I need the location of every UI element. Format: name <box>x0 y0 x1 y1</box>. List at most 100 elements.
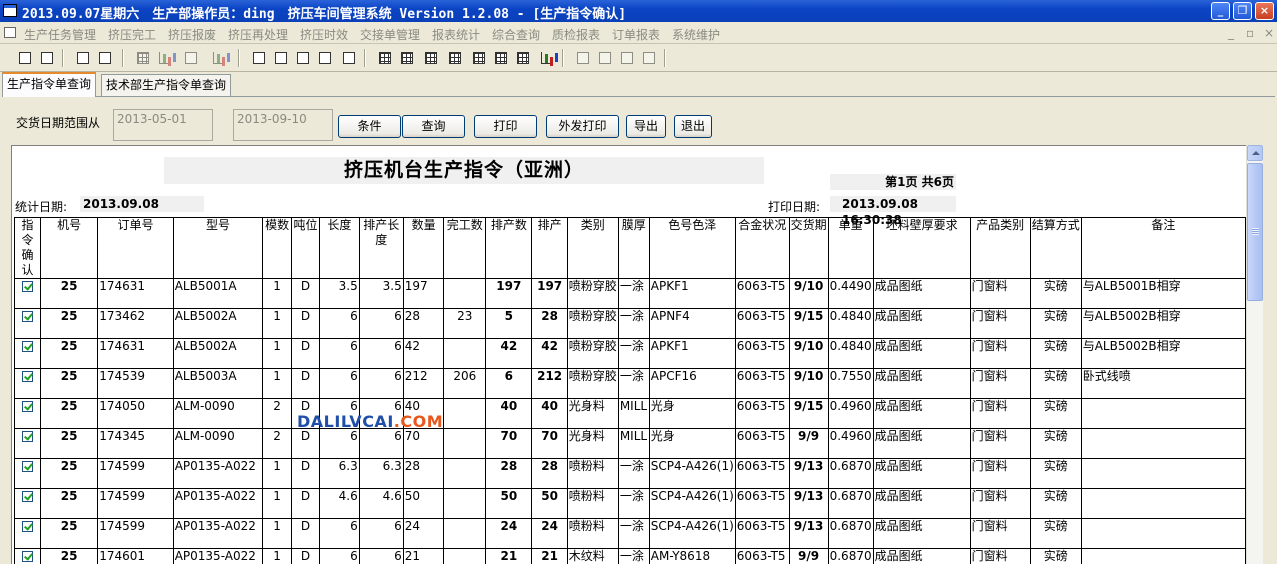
gear-icon[interactable] <box>596 49 614 67</box>
menu-item-aging[interactable]: 挤压时效 <box>300 26 348 43</box>
document-icon[interactable] <box>294 49 312 67</box>
col-header[interactable]: 结算方式 <box>1030 218 1081 279</box>
mdi-close-button[interactable]: × <box>1264 26 1274 40</box>
table-row[interactable]: 25174601AP0135-A0221D66212121木纹料一涂AM-Y86… <box>15 549 1246 564</box>
print-button[interactable]: 打印 <box>474 115 537 138</box>
print-preview-icon[interactable] <box>38 49 56 67</box>
confirm-checkbox[interactable] <box>22 461 33 472</box>
confirm-checkbox[interactable] <box>22 431 33 442</box>
condition-button[interactable]: 条件 <box>338 115 401 138</box>
col-header[interactable]: 类别 <box>567 218 618 279</box>
confirm-checkbox[interactable] <box>22 371 33 382</box>
confirm-checkbox[interactable] <box>22 341 33 352</box>
table-icon[interactable] <box>446 49 464 67</box>
table-icon[interactable] <box>376 49 394 67</box>
menu-item-qc-report[interactable]: 质检报表 <box>552 26 600 43</box>
menu-item-task[interactable]: 生产任务管理 <box>24 26 96 43</box>
col-header[interactable]: 订单号 <box>98 218 174 279</box>
app-window-icon[interactable] <box>3 4 17 17</box>
save-icon[interactable] <box>74 49 92 67</box>
table-icon[interactable] <box>492 49 510 67</box>
table-row[interactable]: 25174599AP0135-A0221D66242424喷粉料一涂SCP4-A… <box>15 519 1246 549</box>
cell-remark <box>1081 549 1245 564</box>
menu-item-handover[interactable]: 交接单管理 <box>360 26 420 43</box>
col-header[interactable]: 备注 <box>1081 218 1245 279</box>
table-row[interactable]: 25173462ALB5002A1D662823528喷粉穿胶一涂APNF460… <box>15 309 1246 339</box>
report-icon[interactable] <box>182 49 200 67</box>
tab-production-order-query[interactable]: 生产指令单查询 <box>2 72 96 97</box>
menu-item-order-report[interactable]: 订单报表 <box>612 26 660 43</box>
table-row[interactable]: 25174631ALB5002A1D66424242喷粉穿胶一涂APKF1606… <box>15 339 1246 369</box>
date-from-field[interactable]: 2013-05-01 <box>113 109 213 141</box>
col-header[interactable]: 机号 <box>40 218 97 279</box>
close-button[interactable]: × <box>1255 2 1274 20</box>
menu-item-system[interactable]: 系统维护 <box>672 26 720 43</box>
col-header[interactable]: 合金状况 <box>735 218 789 279</box>
table-icon[interactable] <box>470 49 488 67</box>
col-header[interactable]: 指令确认 <box>15 218 41 279</box>
export-button[interactable]: 导出 <box>626 115 666 138</box>
search-doc-icon[interactable] <box>272 49 290 67</box>
confirm-checkbox[interactable] <box>22 491 33 502</box>
col-header[interactable]: 排产数 <box>486 218 532 279</box>
exit-icon[interactable] <box>640 49 658 67</box>
col-header[interactable]: 完工数 <box>444 218 486 279</box>
table-row[interactable]: 25174599AP0135-A0221D6.36.3282828喷粉料一涂SC… <box>15 459 1246 489</box>
chart-icon[interactable] <box>210 49 228 67</box>
table-row[interactable]: 25174631ALB5001A1D3.53.5197197197喷粉穿胶一涂A… <box>15 279 1246 309</box>
table-row[interactable]: 25174539ALB5003A1D662122066212喷粉穿胶一涂APCF… <box>15 369 1246 399</box>
chart-icon[interactable] <box>156 49 174 67</box>
minimize-button[interactable]: _ <box>1211 2 1230 20</box>
mdi-minimize-button[interactable]: _ <box>1228 26 1234 40</box>
tab-tech-production-order-query[interactable]: 技术部生产指令单查询 <box>101 74 231 96</box>
confirm-checkbox[interactable] <box>22 521 33 532</box>
col-header[interactable]: 单重 <box>828 218 873 279</box>
table-icon[interactable] <box>398 49 416 67</box>
edit-icon[interactable] <box>316 49 334 67</box>
col-header[interactable]: 吨位 <box>292 218 320 279</box>
col-header[interactable]: 排产长度 <box>359 218 403 279</box>
scroll-thumb[interactable] <box>1247 163 1263 301</box>
col-header[interactable]: 产品类别 <box>970 218 1030 279</box>
confirm-checkbox[interactable] <box>22 311 33 322</box>
bar-chart-icon[interactable] <box>538 49 556 67</box>
col-header[interactable]: 交货期 <box>789 218 828 279</box>
table-icon[interactable] <box>514 49 532 67</box>
confirm-checkbox[interactable] <box>22 551 33 562</box>
col-header[interactable]: 色号色泽 <box>649 218 735 279</box>
document-icon[interactable] <box>250 49 268 67</box>
scroll-up-button[interactable] <box>1247 145 1263 161</box>
vertical-scrollbar[interactable] <box>1246 145 1263 564</box>
maximize-button[interactable]: ❐ <box>1233 2 1252 20</box>
table-row[interactable]: 25174345ALM-00902D66707070光身料MILL光身6063-… <box>15 429 1246 459</box>
col-header[interactable]: 排产 <box>532 218 567 279</box>
date-to-field[interactable]: 2013-09-10 <box>233 109 333 141</box>
menu-item-query[interactable]: 综合查询 <box>492 26 540 43</box>
table-row[interactable]: 25174050ALM-00902D66404040光身料MILL光身6063-… <box>15 399 1246 429</box>
col-header[interactable]: 坯料壁厚要求 <box>873 218 970 279</box>
col-header[interactable]: 模数 <box>263 218 292 279</box>
grid-icon[interactable] <box>134 49 152 67</box>
mdi-restore-button[interactable]: ▫ <box>1246 26 1254 40</box>
col-header[interactable]: 长度 <box>319 218 359 279</box>
menu-item-report-stats[interactable]: 报表统计 <box>432 26 480 43</box>
query-button[interactable]: 查询 <box>402 115 465 138</box>
confirm-checkbox[interactable] <box>22 281 33 292</box>
outsource-print-button[interactable]: 外发打印 <box>546 115 619 138</box>
confirm-checkbox[interactable] <box>22 401 33 412</box>
menu-item-finish[interactable]: 挤压完工 <box>108 26 156 43</box>
print-icon[interactable] <box>16 49 34 67</box>
col-header[interactable]: 膜厚 <box>618 218 649 279</box>
menu-item-reprocess[interactable]: 挤压再处理 <box>228 26 288 43</box>
col-header[interactable]: 型号 <box>173 218 263 279</box>
table-row[interactable]: 25174599AP0135-A0221D4.64.6505050喷粉料一涂SC… <box>15 489 1246 519</box>
menu-item-scrap[interactable]: 挤压报废 <box>168 26 216 43</box>
table-icon[interactable] <box>422 49 440 67</box>
exit-button[interactable]: 退出 <box>674 115 712 138</box>
gear-icon[interactable] <box>574 49 592 67</box>
mdi-document-icon[interactable] <box>4 27 16 38</box>
binoculars-icon[interactable] <box>96 49 114 67</box>
col-header[interactable]: 数量 <box>403 218 444 279</box>
find-icon[interactable] <box>340 49 358 67</box>
tools-icon[interactable] <box>618 49 636 67</box>
